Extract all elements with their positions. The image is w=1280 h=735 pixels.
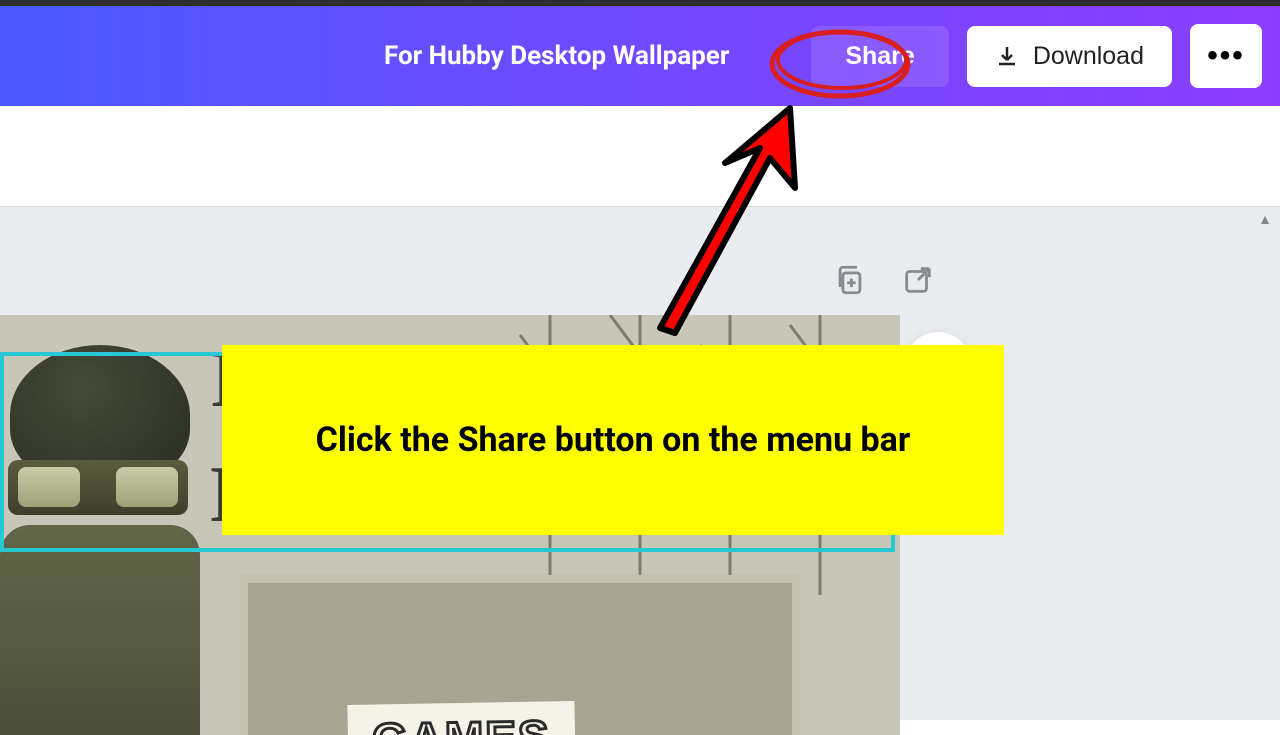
open-new-icon[interactable] (901, 263, 935, 297)
instruction-text: Click the Share button on the menu bar (316, 415, 911, 466)
main-toolbar: For Hubby Desktop Wallpaper Share Downlo… (0, 6, 1280, 106)
games-label: GAMES (347, 701, 575, 735)
instruction-callout: Click the Share button on the menu bar (222, 345, 1004, 535)
download-icon (995, 44, 1019, 68)
toolbar-gap (0, 106, 1280, 206)
games-card: GAMES (240, 575, 800, 735)
duplicate-page-icon[interactable] (833, 263, 867, 297)
document-title[interactable]: For Hubby Desktop Wallpaper (0, 41, 793, 71)
share-button[interactable]: Share (811, 26, 948, 87)
soldier-graphic (0, 315, 230, 735)
scroll-up-icon[interactable]: ▲ (1258, 211, 1272, 228)
download-button[interactable]: Download (967, 26, 1172, 87)
download-label: Download (1033, 42, 1144, 71)
page-action-bar (833, 263, 935, 297)
more-options-button[interactable]: ••• (1190, 24, 1262, 88)
